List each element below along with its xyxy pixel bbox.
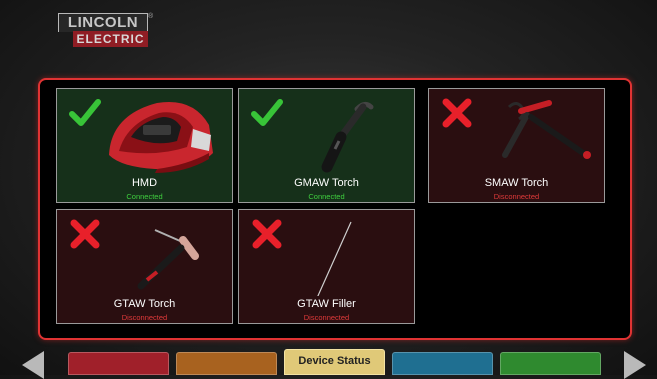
device-status-panel: HMD Connected GMAW Torch Connected SMAW … bbox=[38, 78, 632, 340]
smaw-stinger-icon bbox=[502, 100, 591, 159]
tab-red[interactable] bbox=[68, 352, 169, 375]
device-name: GTAW Torch bbox=[113, 298, 176, 310]
bottom-navigation: Device Status bbox=[0, 345, 657, 379]
device-name: SMAW Torch bbox=[484, 177, 549, 189]
filler-rod-icon bbox=[317, 221, 352, 296]
tab-green[interactable] bbox=[500, 352, 601, 375]
device-status: Connected bbox=[308, 192, 345, 201]
device-tile-hmd[interactable]: HMD Connected bbox=[56, 88, 233, 203]
logo-line-2: ELECTRIC bbox=[73, 31, 148, 47]
device-status: Disconnected bbox=[493, 192, 540, 201]
tab-blue[interactable] bbox=[392, 352, 493, 375]
device-status: Disconnected bbox=[121, 313, 168, 322]
device-tile-smaw-torch[interactable]: SMAW Torch Disconnected bbox=[428, 88, 605, 203]
device-name: GTAW Filler bbox=[297, 298, 356, 310]
welding-helmet-icon bbox=[109, 101, 213, 173]
device-tile-gtaw-filler[interactable]: GTAW Filler Disconnected bbox=[238, 209, 415, 324]
gtaw-torch-icon bbox=[137, 229, 199, 290]
lincoln-electric-logo: LINCOLN ® ELECTRIC bbox=[58, 13, 156, 49]
device-name: HMD bbox=[131, 177, 158, 189]
gmaw-torch-icon bbox=[321, 101, 374, 173]
device-status: Connected bbox=[126, 192, 163, 201]
tab-device-status[interactable]: Device Status bbox=[284, 349, 385, 375]
device-status: Disconnected bbox=[303, 313, 350, 322]
device-name: GMAW Torch bbox=[294, 177, 359, 189]
logo-registered-mark: ® bbox=[148, 13, 154, 20]
device-tile-gtaw-torch[interactable]: GTAW Torch Disconnected bbox=[56, 209, 233, 324]
device-tile-gmaw-torch[interactable]: GMAW Torch Connected bbox=[238, 88, 415, 203]
tab-orange[interactable] bbox=[176, 352, 277, 375]
logo-line-1: LINCOLN bbox=[58, 13, 148, 32]
